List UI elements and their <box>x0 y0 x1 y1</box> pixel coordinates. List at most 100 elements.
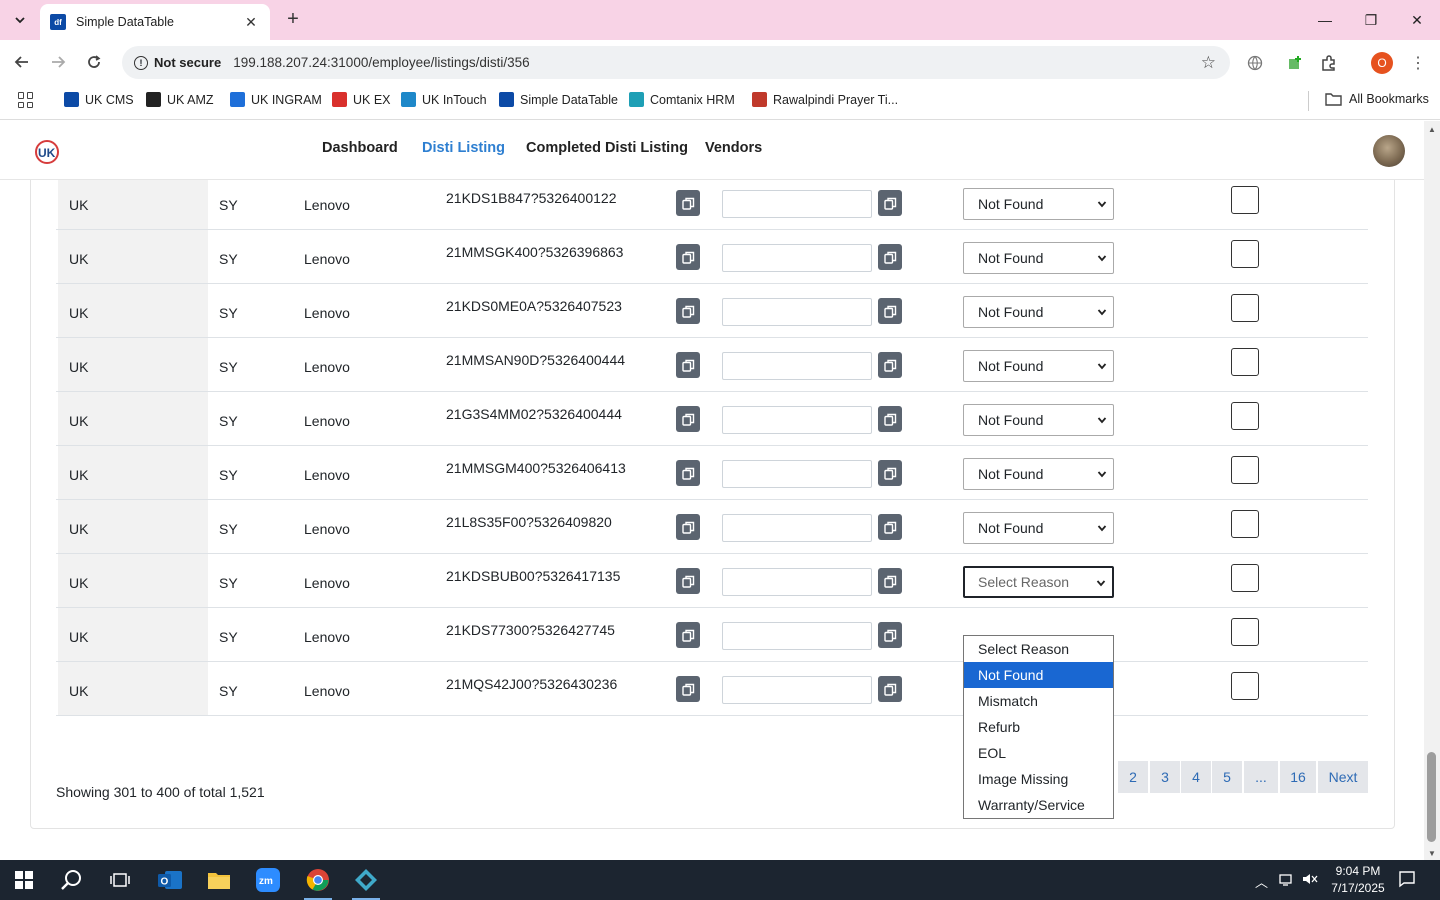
volume-muted-icon[interactable] <box>1302 872 1318 889</box>
value-input[interactable] <box>722 568 872 596</box>
reason-select[interactable]: Not Found <box>963 296 1114 328</box>
bookmark-item[interactable]: UK CMS <box>64 92 134 107</box>
copy-value-button[interactable] <box>878 298 902 324</box>
bookmark-item[interactable]: UK InTouch <box>401 92 487 107</box>
row-checkbox[interactable] <box>1231 510 1259 538</box>
value-input[interactable] <box>722 298 872 326</box>
nav-disti-listing[interactable]: Disti Listing <box>422 140 505 156</box>
all-bookmarks[interactable]: All Bookmarks <box>1325 92 1429 106</box>
copy-value-button[interactable] <box>878 622 902 648</box>
row-checkbox[interactable] <box>1231 618 1259 646</box>
copy-sku-button[interactable] <box>676 190 700 216</box>
reason-select[interactable]: Not Found <box>963 188 1114 220</box>
restore-icon[interactable]: ❐ <box>1348 0 1394 40</box>
scroll-up-icon[interactable]: ▲ <box>1428 125 1436 134</box>
close-tab-icon[interactable]: ✕ <box>242 14 260 31</box>
reason-select[interactable]: Select Reason <box>963 566 1114 598</box>
taskbar-clock[interactable]: 9:04 PM 7/17/2025 <box>1318 863 1398 897</box>
row-checkbox[interactable] <box>1231 348 1259 376</box>
copy-sku-button[interactable] <box>676 568 700 594</box>
page-scrollbar[interactable]: ▲ ▼ <box>1424 121 1440 860</box>
copy-sku-button[interactable] <box>676 622 700 648</box>
security-label[interactable]: Not secure <box>154 55 221 70</box>
row-checkbox[interactable] <box>1231 186 1259 214</box>
back-icon[interactable] <box>10 50 34 74</box>
pagination-page-button[interactable]: 5 <box>1212 761 1242 793</box>
reason-select[interactable]: Not Found <box>963 512 1114 544</box>
reason-select[interactable]: Not Found <box>963 350 1114 382</box>
nav-completed-disti-listing[interactable]: Completed Disti Listing <box>526 140 688 156</box>
value-input[interactable] <box>722 514 872 542</box>
reason-dropdown-list[interactable]: Select Reason Not Found Mismatch Refurb EOL I… <box>963 635 1114 819</box>
reason-option[interactable]: Image Missing <box>964 766 1113 792</box>
url-text[interactable]: 199.188.207.24:31000/employee/listings/d… <box>233 55 529 70</box>
copy-sku-button[interactable] <box>676 676 700 702</box>
chrome-icon[interactable] <box>294 860 342 900</box>
reason-option[interactable]: Not Found <box>964 662 1113 688</box>
row-checkbox[interactable] <box>1231 456 1259 484</box>
copy-value-button[interactable] <box>878 460 902 486</box>
apps-grid-icon[interactable] <box>18 92 34 108</box>
new-tab-button[interactable]: + <box>282 8 304 30</box>
pagination-next-button[interactable]: Next <box>1318 761 1368 793</box>
forward-icon[interactable] <box>46 50 70 74</box>
pagination-page-button[interactable]: ... <box>1244 761 1278 793</box>
copy-sku-button[interactable] <box>676 460 700 486</box>
bookmark-item[interactable]: UK EX <box>332 92 391 107</box>
value-input[interactable] <box>722 460 872 488</box>
scrollbar-thumb[interactable] <box>1427 752 1436 842</box>
profile-avatar[interactable]: O <box>1371 52 1393 74</box>
value-input[interactable] <box>722 676 872 704</box>
reload-icon[interactable] <box>82 50 106 74</box>
search-icon[interactable] <box>48 860 96 900</box>
copy-sku-button[interactable] <box>676 244 700 270</box>
pagination-page-button[interactable]: 4 <box>1181 761 1211 793</box>
copy-value-button[interactable] <box>878 514 902 540</box>
value-input[interactable] <box>722 244 872 272</box>
windows-start-icon[interactable] <box>0 860 48 900</box>
extensions-puzzle-icon[interactable] <box>1318 52 1340 74</box>
row-checkbox[interactable] <box>1231 240 1259 268</box>
copy-value-button[interactable] <box>878 190 902 216</box>
network-icon[interactable] <box>1279 872 1295 889</box>
close-window-icon[interactable]: ✕ <box>1394 0 1440 40</box>
scroll-down-icon[interactable]: ▼ <box>1428 849 1436 858</box>
address-bar[interactable]: ! Not secure 199.188.207.24:31000/employ… <box>122 46 1230 79</box>
copy-value-button[interactable] <box>878 406 902 432</box>
app-diamond-icon[interactable] <box>342 860 390 900</box>
uk-logo-icon[interactable]: UK <box>34 139 60 165</box>
bookmark-item[interactable]: Simple DataTable <box>499 92 618 107</box>
warning-icon[interactable]: ! <box>134 55 148 70</box>
reason-option[interactable]: Refurb <box>964 714 1113 740</box>
tray-chevron-up-icon[interactable]: ︿ <box>1255 872 1268 891</box>
bookmark-star-icon[interactable]: ☆ <box>1201 53 1216 73</box>
reason-select[interactable]: Not Found <box>963 242 1114 274</box>
row-checkbox[interactable] <box>1231 672 1259 700</box>
pagination-page-button[interactable]: 16 <box>1280 761 1316 793</box>
minimize-icon[interactable]: — <box>1302 0 1348 40</box>
zoom-icon[interactable]: zm <box>244 860 292 900</box>
copy-sku-button[interactable] <box>676 298 700 324</box>
task-view-icon[interactable] <box>96 860 144 900</box>
tab-search-button[interactable] <box>8 8 32 32</box>
browser-tab[interactable]: df Simple DataTable ✕ <box>40 4 270 40</box>
nav-dashboard[interactable]: Dashboard <box>322 140 398 156</box>
row-checkbox[interactable] <box>1231 564 1259 592</box>
bookmark-item[interactable]: UK AMZ <box>146 92 214 107</box>
translate-icon[interactable] <box>1244 52 1266 74</box>
pagination-page-button[interactable]: 2 <box>1118 761 1148 793</box>
nav-vendors[interactable]: Vendors <box>705 140 762 156</box>
notifications-icon[interactable] <box>1398 870 1416 891</box>
outlook-icon[interactable]: O <box>146 860 194 900</box>
bookmark-item[interactable]: UK INGRAM <box>230 92 322 107</box>
bookmark-item[interactable]: Rawalpindi Prayer Ti... <box>752 92 898 107</box>
value-input[interactable] <box>722 406 872 434</box>
reason-option[interactable]: EOL <box>964 740 1113 766</box>
reason-select[interactable]: Not Found <box>963 404 1114 436</box>
reason-option[interactable]: Warranty/Service <box>964 792 1113 818</box>
copy-sku-button[interactable] <box>676 406 700 432</box>
copy-value-button[interactable] <box>878 568 902 594</box>
copy-sku-button[interactable] <box>676 514 700 540</box>
copy-value-button[interactable] <box>878 244 902 270</box>
bookmark-item[interactable]: Comtanix HRM <box>629 92 735 107</box>
